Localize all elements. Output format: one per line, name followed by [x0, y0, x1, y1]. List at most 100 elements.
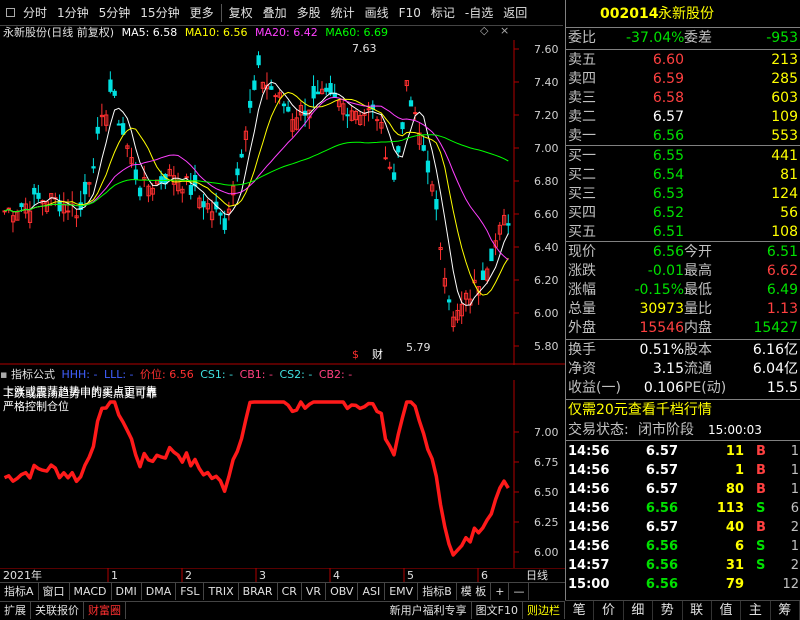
order-row[interactable]: 买二 6.54 81	[566, 165, 800, 185]
indicator-tab[interactable]: VR	[302, 583, 327, 600]
tick-count: 2	[790, 558, 799, 573]
tick-side: B	[756, 482, 766, 497]
extension-tab[interactable]: 财富圈	[84, 602, 126, 619]
event-marker-s[interactable]: $	[352, 348, 359, 361]
indicator-tab[interactable]: OBV	[326, 583, 359, 600]
close-icon[interactable]: ×	[500, 24, 509, 37]
tick-price: 6.56	[645, 577, 678, 592]
fund-label: 收益(一)	[568, 380, 621, 396]
low-price-label: 5.79	[406, 341, 431, 354]
tab-intraday[interactable]: 分时	[18, 0, 52, 26]
indicator-tab[interactable]: 模 板	[457, 583, 492, 600]
indicator-tab[interactable]: DMA	[142, 583, 177, 600]
panel-tab[interactable]: 细	[624, 601, 654, 620]
panel-tab[interactable]: 势	[653, 601, 683, 620]
order-volume: 441	[771, 148, 798, 164]
indicator-tab[interactable]: TRIX	[204, 583, 239, 600]
indicator-tab[interactable]: 指标A	[0, 583, 39, 600]
bottom-link[interactable]: 新用户福利专享	[386, 602, 472, 619]
candle	[256, 55, 261, 66]
indicator-tab[interactable]: 窗口	[39, 583, 70, 600]
candle	[159, 176, 164, 183]
tab-15min[interactable]: 15分钟	[135, 0, 184, 26]
indicator-tab[interactable]: FSL	[176, 583, 205, 600]
finance-marker[interactable]: 财	[372, 347, 383, 361]
tick-time: 14:57	[568, 558, 610, 573]
overlay-button[interactable]: 叠加	[258, 0, 292, 26]
tab-1min[interactable]: 1分钟	[52, 0, 94, 26]
indicator-tab[interactable]: MACD	[70, 583, 112, 600]
order-price: 6.56	[652, 128, 684, 144]
extension-tab[interactable]: 关联报价	[31, 602, 84, 619]
tab-more[interactable]: 更多	[185, 0, 219, 26]
tick-count: 1	[790, 463, 799, 478]
ma-line	[4, 134, 509, 213]
window-toggle-icon[interactable]	[6, 8, 15, 17]
tab-5min[interactable]: 5分钟	[94, 0, 136, 26]
f10-button[interactable]: F10	[394, 0, 426, 26]
candle	[239, 153, 244, 158]
fund-value: 6.04亿	[752, 361, 798, 377]
bottom-link[interactable]: 图文F10	[472, 602, 523, 619]
candle	[489, 248, 494, 262]
mark-button[interactable]: 标记	[426, 0, 460, 26]
draw-line-button[interactable]: 画线	[360, 0, 394, 26]
promo-link[interactable]: 仅需20元查看千档行情	[566, 400, 800, 420]
settings-diamond-icon[interactable]: ◇	[480, 24, 488, 37]
order-row[interactable]: 卖三 6.58 603	[566, 88, 800, 108]
candle	[116, 123, 122, 126]
fund-value: 15.5	[766, 380, 798, 396]
promo-text[interactable]: 仅需20元查看千档行情	[568, 400, 712, 420]
adjust-button[interactable]: 复权	[224, 0, 258, 26]
indicator-tab[interactable]: BRAR	[239, 583, 278, 600]
tick-side: S	[756, 539, 766, 554]
candle	[19, 203, 24, 208]
extension-tab[interactable]: 扩展	[0, 602, 31, 619]
indicator-tab[interactable]: ASI	[358, 583, 386, 600]
stats-button[interactable]: 统计	[326, 0, 360, 26]
indicator-tab[interactable]: 指标B	[418, 583, 457, 600]
period-label[interactable]: 日线	[526, 568, 548, 582]
tick-volume: 31	[725, 558, 744, 573]
panel-tab[interactable]: 主	[741, 601, 771, 620]
tick-price: 6.57	[645, 482, 678, 497]
order-row[interactable]: 卖二 6.57 109	[566, 107, 800, 127]
indicator-chart[interactable]: 7.00 6.75 6.50 6.25 6.00	[0, 380, 565, 568]
quote-label: 量比	[684, 301, 712, 317]
indicator-tab[interactable]: +	[491, 583, 510, 600]
order-volume: 213	[771, 52, 798, 68]
back-button[interactable]: 返回	[498, 0, 532, 26]
panel-tab[interactable]: 联	[683, 601, 712, 620]
indicator-tab[interactable]: —	[509, 583, 530, 600]
order-volume: 56	[780, 205, 798, 221]
panel-tab[interactable]: 价	[594, 601, 624, 620]
order-row[interactable]: 买三 6.53 124	[566, 184, 800, 204]
tick-side: B	[756, 463, 766, 478]
order-row[interactable]: 买一 6.55 441	[566, 146, 800, 166]
watchlist-button[interactable]: -自选	[460, 0, 498, 26]
candle	[281, 103, 287, 107]
tick-count: 12	[782, 577, 799, 592]
order-row[interactable]: 买五 6.51 108	[566, 222, 800, 242]
panel-tab[interactable]: 值	[712, 601, 742, 620]
candle	[57, 200, 62, 212]
tick-count: 1	[790, 482, 799, 497]
bottom-link[interactable]: 则边栏	[523, 602, 565, 619]
order-row[interactable]: 卖一 6.56 553	[566, 126, 800, 146]
panel-tab[interactable]: 筹	[771, 601, 800, 620]
candlestick-chart[interactable]: 7.60 7.40 7.20 7.00 6.80 6.60 6.40 6.20 6.00 5.80…	[0, 40, 565, 365]
order-row[interactable]: 买四 6.52 56	[566, 203, 800, 223]
order-row[interactable]: 卖五 6.60 213	[566, 50, 800, 70]
multi-stock-button[interactable]: 多股	[292, 0, 326, 26]
quote-value: 1.13	[766, 301, 798, 317]
panel-tab[interactable]: 笔	[565, 601, 595, 620]
tick-row: 14:56 6.57 11 B 1	[566, 442, 800, 462]
indicator-tab[interactable]: EMV	[385, 583, 419, 600]
month-label: 4	[333, 569, 340, 582]
indicator-tab[interactable]: CR	[278, 583, 302, 600]
indicator-tab[interactable]: DMI	[112, 583, 142, 600]
order-row[interactable]: 卖四 6.59 285	[566, 69, 800, 89]
tick-side: B	[756, 444, 766, 459]
candle	[375, 119, 380, 122]
month-label: 3	[259, 569, 266, 582]
